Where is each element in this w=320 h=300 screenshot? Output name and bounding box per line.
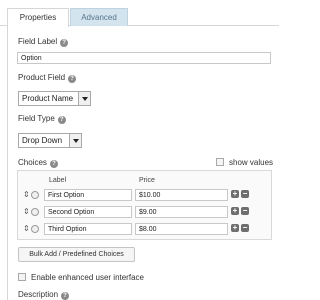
choice-label-input[interactable]: First Option — [44, 189, 132, 201]
choices-text: Choices — [18, 158, 47, 167]
plus-icon[interactable]: + — [231, 207, 239, 215]
choice-price-input[interactable]: $8.00 — [135, 223, 228, 235]
minus-icon[interactable]: − — [241, 190, 249, 198]
tab-bar: Properties Advanced — [0, 0, 279, 27]
show-values-label: show values — [229, 158, 274, 167]
sort-arrows-icon[interactable]: ⇕ — [23, 190, 30, 199]
product-field-text: Product Field — [18, 73, 66, 82]
help-icon[interactable]: ? — [49, 160, 58, 168]
description-text: Description — [18, 290, 59, 299]
minus-icon[interactable]: − — [241, 224, 249, 232]
default-choice-radio[interactable] — [31, 191, 39, 199]
field-label-heading: Field Label? — [18, 37, 69, 47]
product-field-value: Product Name — [22, 94, 74, 103]
choice-label-input[interactable]: Third Option — [44, 223, 132, 235]
choice-price-input[interactable]: $10.00 — [135, 189, 228, 201]
default-choice-radio[interactable] — [31, 225, 39, 233]
tab-properties[interactable]: Properties — [7, 8, 69, 27]
default-choice-radio[interactable] — [31, 208, 39, 216]
sort-arrows-icon[interactable]: ⇕ — [23, 224, 30, 233]
description-heading: Description? — [18, 290, 70, 300]
column-header-label: Label — [49, 177, 67, 184]
field-type-value: Drop Down — [22, 136, 63, 145]
field-type-select[interactable]: Drop Down — [18, 133, 82, 148]
field-label-input[interactable]: Option — [17, 52, 271, 64]
show-values-checkbox[interactable] — [216, 158, 224, 166]
choice-row: ⇕ First Option $10.00 + − — [18, 189, 271, 201]
field-type-text: Field Type — [18, 114, 55, 123]
choice-row: ⇕ Third Option $8.00 + − — [18, 223, 271, 235]
choices-heading: Choices? — [18, 158, 58, 168]
chevron-down-icon[interactable] — [78, 92, 90, 105]
choice-row: ⇕ Second Option $9.00 + − — [18, 206, 271, 218]
field-type-heading: Field Type? — [18, 114, 66, 124]
help-icon[interactable]: ? — [60, 39, 69, 47]
field-label-text: Field Label — [18, 37, 58, 46]
bulk-add-button[interactable]: Bulk Add / Predefined Choices — [18, 247, 135, 262]
sort-arrows-icon[interactable]: ⇕ — [23, 207, 30, 216]
enhanced-ui-checkbox[interactable] — [18, 273, 26, 281]
help-icon[interactable]: ? — [68, 75, 77, 83]
column-header-price: Price — [139, 177, 155, 184]
choice-price-input[interactable]: $9.00 — [135, 206, 228, 218]
enhanced-ui-label: Enable enhanced user interface — [31, 273, 144, 282]
minus-icon[interactable]: − — [241, 207, 249, 215]
product-field-select[interactable]: Product Name — [18, 91, 91, 106]
chevron-down-icon[interactable] — [69, 134, 81, 147]
plus-icon[interactable]: + — [231, 190, 239, 198]
help-icon[interactable]: ? — [61, 292, 70, 300]
product-field-heading: Product Field? — [18, 73, 77, 83]
choice-label-input[interactable]: Second Option — [44, 206, 132, 218]
plus-icon[interactable]: + — [231, 224, 239, 232]
help-icon[interactable]: ? — [57, 116, 66, 124]
tab-advanced[interactable]: Advanced — [70, 8, 128, 26]
choices-table: Label Price ⇕ First Option $10.00 + − ⇕ … — [17, 170, 272, 240]
